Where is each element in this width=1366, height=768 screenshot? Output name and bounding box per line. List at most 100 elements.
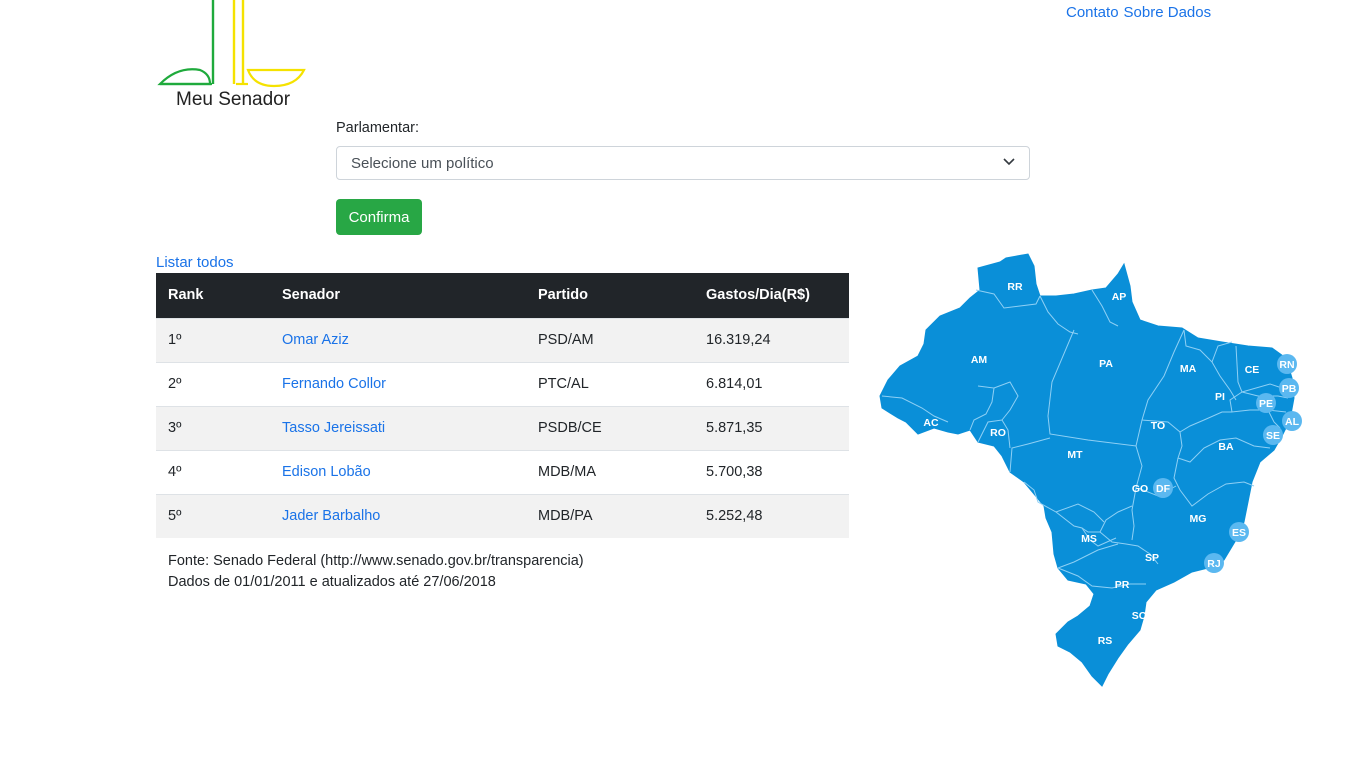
- brand-logo[interactable]: Meu Senador: [156, 0, 308, 115]
- state-label: PR: [1115, 579, 1130, 591]
- state-label: AC: [923, 417, 939, 429]
- state-df[interactable]: DF: [1153, 478, 1173, 498]
- spending-cell: 5.252,48: [694, 493, 849, 538]
- state-label: BA: [1218, 441, 1234, 453]
- state-ro[interactable]: RO: [990, 427, 1006, 439]
- spending-cell: 5.871,35: [694, 405, 849, 450]
- state-label: GO: [1132, 483, 1148, 495]
- table-row: 5º Jader Barbalho MDB/PA 5.252,48: [156, 493, 849, 538]
- table-row: 1º Omar Aziz PSD/AM 16.319,24: [156, 317, 849, 362]
- table-header-row: Rank Senador Partido Gastos/Dia(R$): [156, 273, 849, 318]
- state-label: SP: [1145, 552, 1159, 564]
- state-ap[interactable]: AP: [1112, 291, 1127, 303]
- party-cell: PSD/AM: [526, 317, 694, 362]
- state-label: MT: [1067, 449, 1083, 461]
- date-range-line: Dados de 01/01/2011 e atualizados até 27…: [168, 574, 496, 590]
- spending-cell: 6.814,01: [694, 361, 849, 406]
- state-label: PA: [1099, 358, 1113, 370]
- state-label: MG: [1190, 513, 1207, 525]
- state-rj[interactable]: RJ: [1204, 553, 1224, 573]
- state-label: PB: [1282, 383, 1297, 395]
- state-mt[interactable]: MT: [1067, 449, 1083, 461]
- senator-link[interactable]: Fernando Collor: [282, 376, 386, 392]
- state-label: TO: [1151, 420, 1165, 432]
- party-cell: PSDB/CE: [526, 405, 694, 450]
- table-row: 4º Edison Lobão MDB/MA 5.700,38: [156, 449, 849, 494]
- state-ms[interactable]: MS: [1081, 533, 1097, 545]
- party-cell: MDB/PA: [526, 493, 694, 538]
- ranking-table: Rank Senador Partido Gastos/Dia(R$) 1º O…: [156, 273, 849, 538]
- state-label: SC: [1132, 610, 1147, 622]
- header-rank: Rank: [156, 273, 270, 318]
- state-label: RR: [1007, 281, 1023, 293]
- senator-link[interactable]: Edison Lobão: [282, 464, 371, 480]
- state-label: RS: [1098, 635, 1113, 647]
- politician-select[interactable]: Selecione um político: [336, 146, 1030, 180]
- politician-select-value: Selecione um político: [351, 155, 494, 172]
- rank-cell: 3º: [156, 405, 270, 450]
- politician-label: Parlamentar:: [336, 120, 420, 136]
- state-es[interactable]: ES: [1229, 522, 1249, 542]
- state-label: RN: [1279, 359, 1294, 371]
- state-ce[interactable]: CE: [1245, 364, 1260, 376]
- chevron-down-icon: [1003, 158, 1015, 166]
- senator-link[interactable]: Omar Aziz: [282, 332, 349, 348]
- state-go[interactable]: GO: [1132, 483, 1148, 495]
- about-data-link[interactable]: Sobre Dados: [1124, 4, 1212, 21]
- state-label: ES: [1232, 527, 1246, 539]
- state-to[interactable]: TO: [1151, 420, 1165, 432]
- spending-cell: 16.319,24: [694, 317, 849, 362]
- senate-building-logo-icon: [157, 0, 306, 88]
- politician-form: Parlamentar: Selecione um político Confi…: [336, 120, 1030, 235]
- state-pi[interactable]: PI: [1215, 391, 1225, 403]
- header-senator: Senador: [270, 273, 526, 318]
- top-nav: Contato Sobre Dados: [1066, 4, 1211, 21]
- table-row: 2º Fernando Collor PTC/AL 6.814,01: [156, 361, 849, 406]
- state-sp[interactable]: SP: [1145, 552, 1159, 564]
- brand-name: Meu Senador: [176, 89, 291, 110]
- contact-link[interactable]: Contato: [1066, 4, 1119, 21]
- senator-link[interactable]: Tasso Jereissati: [282, 420, 385, 436]
- state-pe[interactable]: PE: [1256, 393, 1276, 413]
- state-al[interactable]: AL: [1282, 411, 1302, 431]
- rank-cell: 5º: [156, 493, 270, 538]
- brazil-map[interactable]: RR AP AM PA MA CE RN PB PE AL SE PI AC RO TO BA MT GO DF MG…: [878, 250, 1308, 690]
- list-all-link[interactable]: Listar todos: [156, 254, 234, 271]
- state-rr[interactable]: RR: [1007, 281, 1023, 293]
- state-label: MS: [1081, 533, 1097, 545]
- state-label: SE: [1266, 430, 1280, 442]
- rank-cell: 2º: [156, 361, 270, 406]
- table-row: 3º Tasso Jereissati PSDB/CE 5.871,35: [156, 405, 849, 450]
- state-rn[interactable]: RN: [1277, 354, 1297, 374]
- state-label: MA: [1180, 363, 1197, 375]
- source-line: Fonte: Senado Federal (http://www.senado…: [168, 553, 584, 569]
- party-cell: PTC/AL: [526, 361, 694, 406]
- state-ac[interactable]: AC: [923, 417, 939, 429]
- brazil-map-svg: RR AP AM PA MA CE RN PB PE AL SE PI AC RO TO BA MT GO DF MG…: [879, 253, 1302, 687]
- rank-cell: 4º: [156, 449, 270, 494]
- state-am[interactable]: AM: [971, 354, 988, 366]
- state-sc[interactable]: SC: [1132, 610, 1147, 622]
- data-source-note: Fonte: Senado Federal (http://www.senado…: [168, 551, 584, 593]
- spending-cell: 5.700,38: [694, 449, 849, 494]
- senator-link[interactable]: Jader Barbalho: [282, 508, 380, 524]
- state-pr[interactable]: PR: [1115, 579, 1130, 591]
- state-label: AM: [971, 354, 988, 366]
- state-se[interactable]: SE: [1263, 425, 1283, 445]
- state-label: DF: [1156, 483, 1171, 495]
- state-label: PE: [1259, 398, 1273, 410]
- state-mg[interactable]: MG: [1190, 513, 1207, 525]
- rank-cell: 1º: [156, 317, 270, 362]
- state-rs[interactable]: RS: [1098, 635, 1113, 647]
- state-label: AL: [1285, 416, 1300, 428]
- confirm-button[interactable]: Confirma: [336, 199, 422, 235]
- state-label: RO: [990, 427, 1006, 439]
- state-ma[interactable]: MA: [1180, 363, 1197, 375]
- state-pa[interactable]: PA: [1099, 358, 1113, 370]
- party-cell: MDB/MA: [526, 449, 694, 494]
- state-label: RJ: [1207, 558, 1221, 570]
- state-pb[interactable]: PB: [1279, 378, 1299, 398]
- state-ba[interactable]: BA: [1218, 441, 1234, 453]
- brazil-outline: [879, 253, 1295, 687]
- state-label: PI: [1215, 391, 1225, 403]
